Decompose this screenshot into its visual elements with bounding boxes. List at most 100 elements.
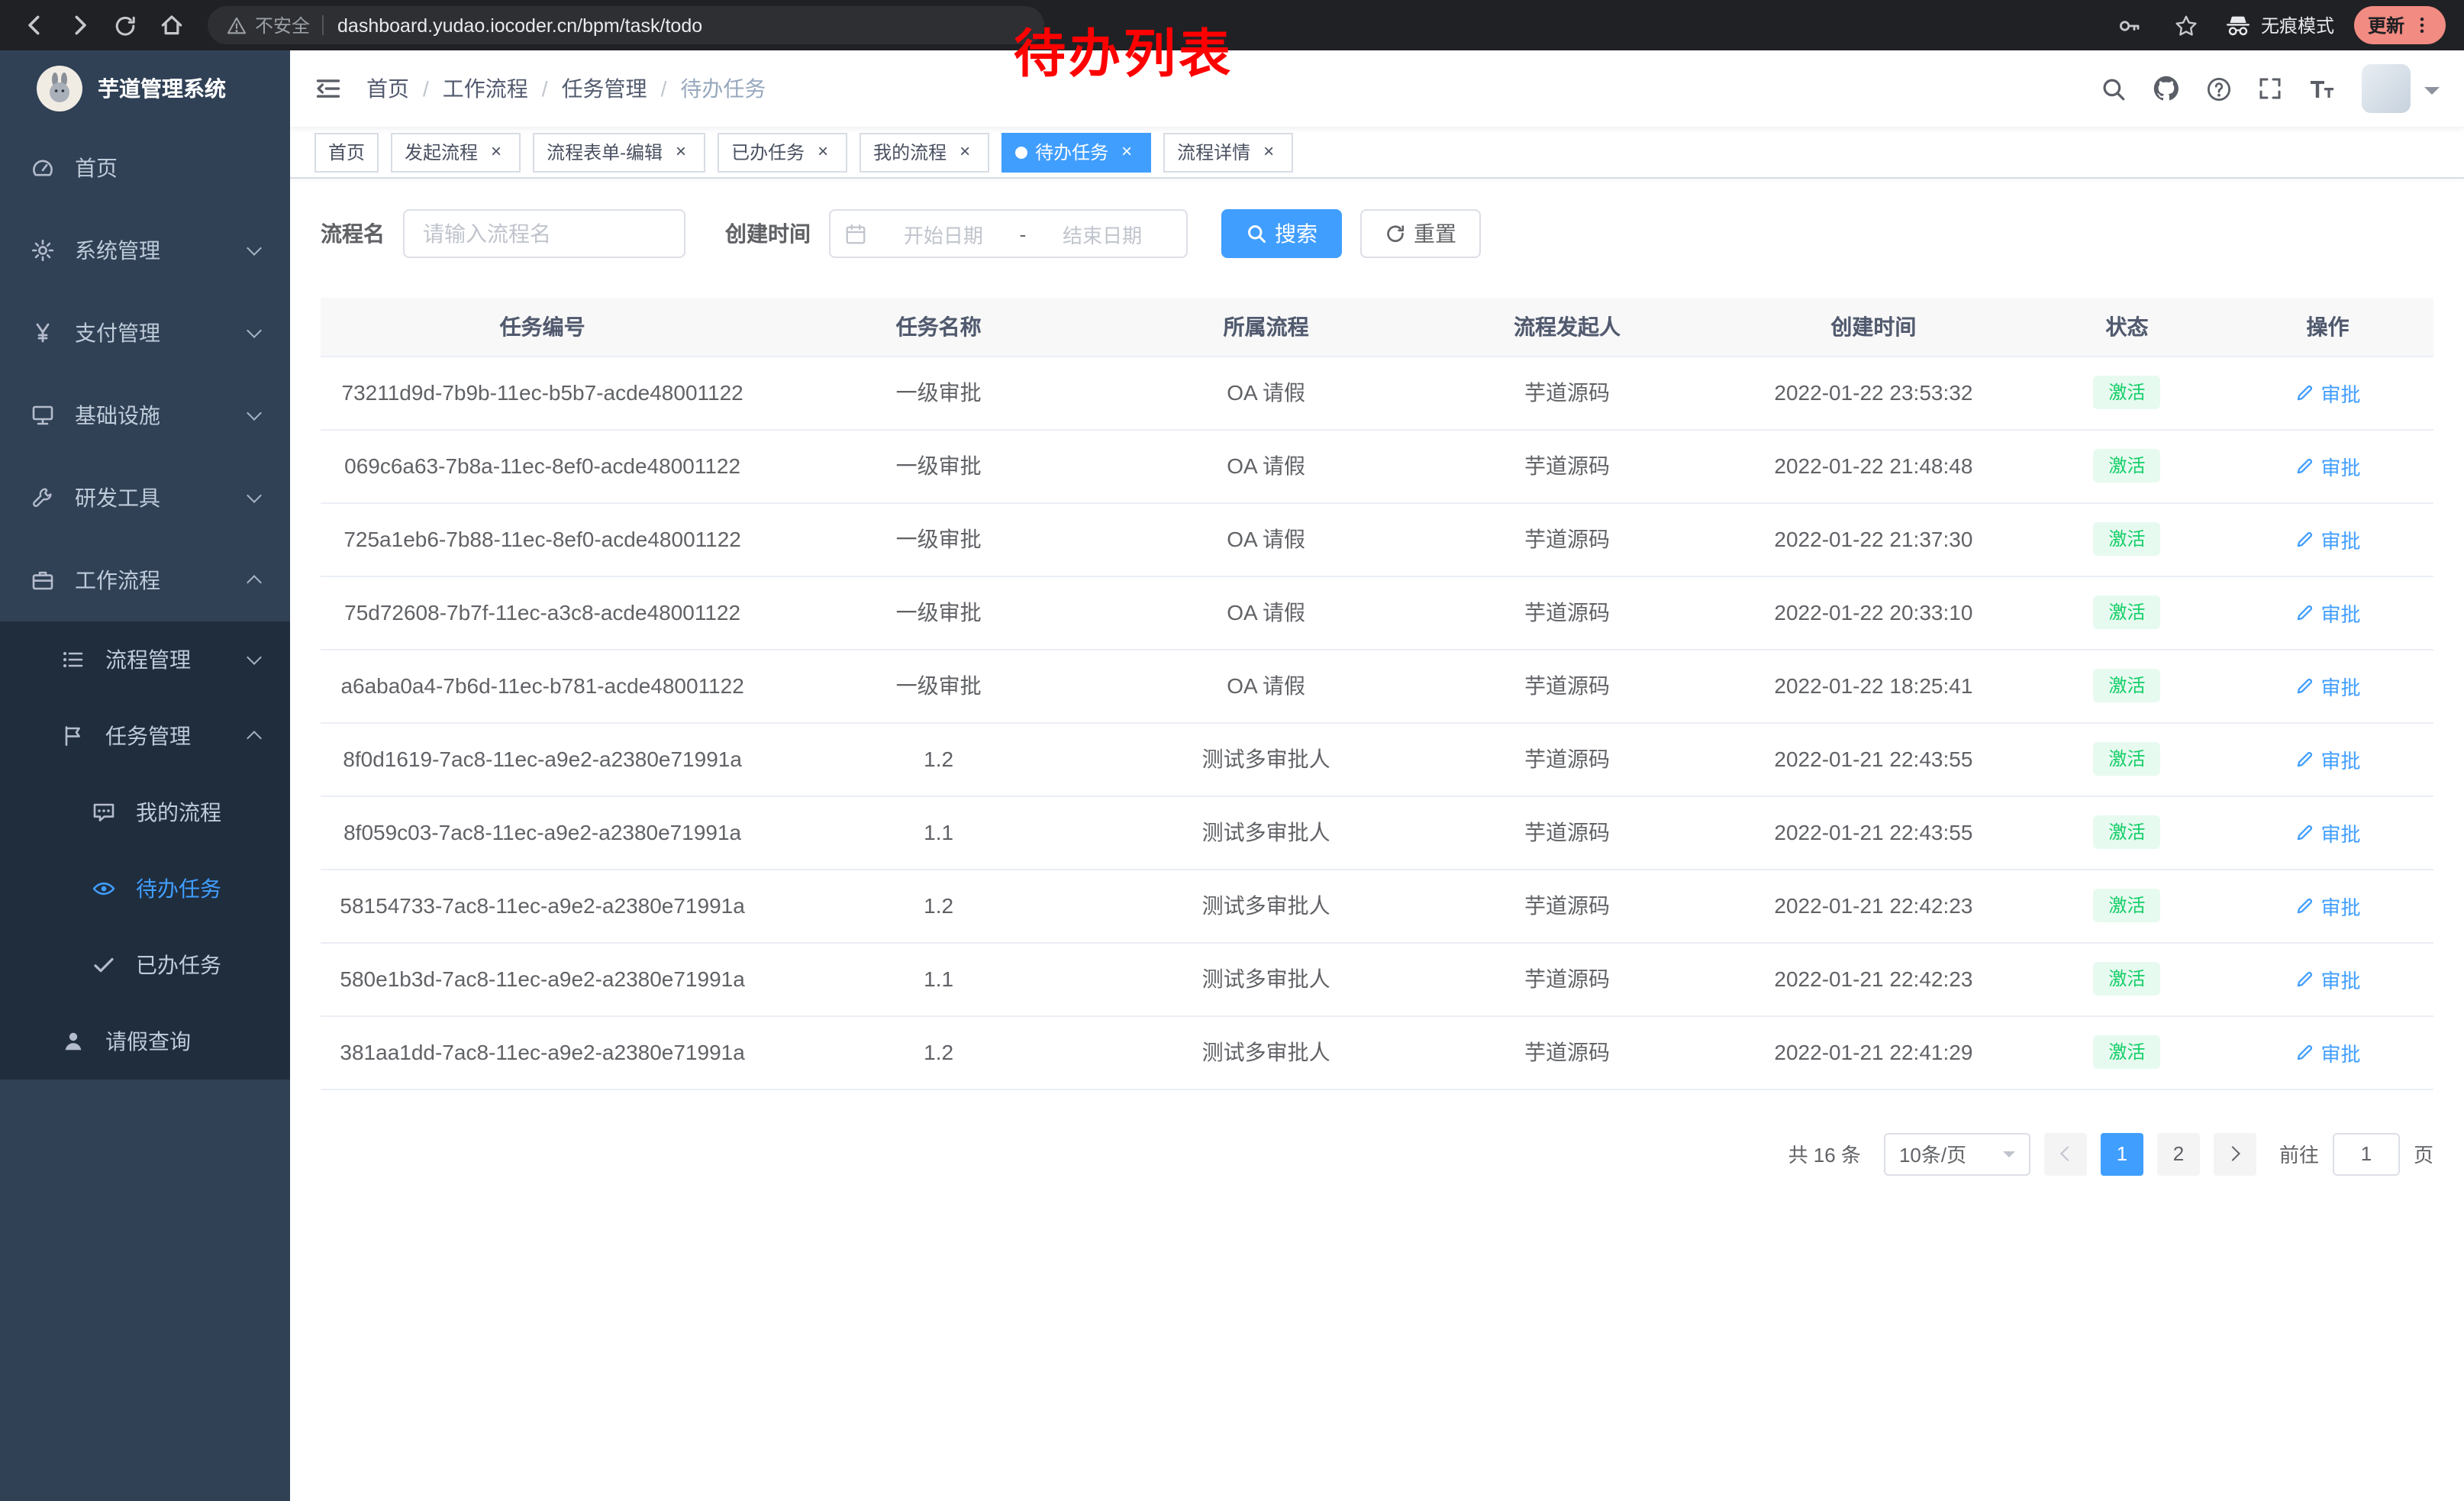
close-icon[interactable]: × [812,141,834,163]
close-icon[interactable]: × [1116,141,1137,163]
sidebar-item-payment[interactable]: 支付管理 [0,292,290,374]
tab-home[interactable]: 首页 [314,132,379,172]
breadcrumb-item-task-mgmt[interactable]: 任务管理 / [562,73,681,104]
chevron-left-icon [2060,1146,2075,1161]
font-size-icon[interactable] [2308,76,2336,101]
sidebar-item-done-task[interactable]: 已办任务 [0,927,290,1003]
key-icon[interactable] [2111,7,2148,44]
sidebar-item-task-mgmt[interactable]: 任务管理 [0,698,290,774]
column-header: 所属流程 [1113,298,1419,356]
sidebar: 芋道管理系统 首页 系统管理 支付管理 [0,50,290,1501]
tab-todo-task[interactable]: 待办任务 × [1001,132,1151,172]
page-button-2[interactable]: 2 [2157,1132,2200,1175]
approve-button[interactable]: 审批 [2295,671,2361,700]
user-icon [61,1029,85,1054]
column-header: 操作 [2222,298,2433,356]
sidebar-item-devtools[interactable]: 研发工具 [0,457,290,539]
prev-page-button[interactable] [2044,1132,2087,1175]
fullscreen-icon[interactable] [2258,76,2282,101]
close-icon[interactable]: × [670,141,692,163]
approve-button[interactable]: 审批 [2295,598,2361,627]
action-cell: 审批 [2222,942,2433,1015]
back-button[interactable] [15,7,52,44]
starter-cell: 芋道源码 [1419,1015,1715,1089]
breadcrumb-item-workflow[interactable]: 工作流程 / [443,73,562,104]
page-button-1[interactable]: 1 [2101,1132,2143,1175]
chevron-up-icon [247,731,262,746]
address-bar[interactable]: 不安全 dashboard.yudao.iocoder.cn/bpm/task/… [208,6,1044,44]
approve-button[interactable]: 审批 [2295,818,2361,847]
task-name-cell: 1.1 [764,942,1113,1015]
task-name-cell: 一级审批 [764,502,1113,576]
search-button[interactable]: 搜索 [1221,209,1342,258]
update-button[interactable]: 更新 [2354,6,2446,44]
sidebar-item-system[interactable]: 系统管理 [0,209,290,292]
task-id-cell: 069c6a63-7b8a-11ec-8ef0-acde48001122 [321,429,764,502]
column-header: 创建时间 [1715,298,2032,356]
approve-button[interactable]: 审批 [2295,1038,2361,1067]
refresh-button[interactable] [107,7,144,44]
goto-page-input[interactable]: 1 [2333,1132,2400,1175]
browser-window: 不安全 dashboard.yudao.iocoder.cn/bpm/task/… [0,0,2464,1501]
star-icon[interactable] [2168,7,2204,44]
sidebar-item-workflow[interactable]: 工作流程 [0,539,290,621]
forward-button[interactable] [61,7,98,44]
status-badge: 激活 [2094,596,2161,629]
table-row: 381aa1dd-7ac8-11ec-a9e2-a2380e71991a 1.2… [321,1015,2433,1089]
edit-icon [2295,456,2315,476]
kebab-menu-icon[interactable] [2412,15,2432,35]
edit-icon [2295,529,2315,549]
approve-button[interactable]: 审批 [2295,744,2361,773]
sidebar-item-todo-task[interactable]: 待办任务 [0,851,290,927]
tab-process-detail[interactable]: 流程详情 × [1163,132,1293,172]
create-time-cell: 2022-01-22 18:25:41 [1715,649,2032,722]
avatar[interactable] [2362,64,2411,113]
task-id-cell: 8f059c03-7ac8-11ec-a9e2-a2380e71991a [321,796,764,869]
tab-my-process[interactable]: 我的流程 × [859,132,989,172]
sidebar-item-process-mgmt[interactable]: 流程管理 [0,621,290,698]
approve-button[interactable]: 审批 [2295,378,2361,407]
close-icon[interactable]: × [485,141,507,163]
create-time-cell: 2022-01-21 22:41:29 [1715,1015,2032,1089]
help-icon[interactable] [2206,76,2232,102]
edit-icon [2295,1042,2315,1062]
starter-cell: 芋道源码 [1419,576,1715,649]
approve-button[interactable]: 审批 [2295,891,2361,920]
task-id-cell: 8f0d1619-7ac8-11ec-a9e2-a2380e71991a [321,722,764,796]
table-row: 725a1eb6-7b88-11ec-8ef0-acde48001122 一级审… [321,502,2433,576]
sidebar-item-leave-query[interactable]: 请假查询 [0,1003,290,1080]
starter-cell: 芋道源码 [1419,722,1715,796]
chevron-down-icon[interactable] [2424,87,2440,102]
tab-launch-process[interactable]: 发起流程 × [391,132,521,172]
date-range-picker[interactable]: 开始日期 - 结束日期 [829,209,1188,258]
approve-button[interactable]: 审批 [2295,964,2361,993]
reset-button[interactable]: 重置 [1360,209,1481,258]
status-badge: 激活 [2094,815,2161,849]
breadcrumb-item-todo[interactable]: 待办任务 [680,73,766,104]
home-button[interactable] [153,7,189,44]
sidebar-item-my-process[interactable]: 我的流程 [0,774,290,851]
status-badge: 激活 [2094,1035,2161,1069]
process-name-input[interactable]: 请输入流程名 [403,209,685,258]
hamburger-icon[interactable] [314,75,342,102]
sidebar-item-infra[interactable]: 基础设施 [0,374,290,457]
end-date-input[interactable]: 结束日期 [1032,219,1172,248]
next-page-button[interactable] [2214,1132,2256,1175]
tab-done-task[interactable]: 已办任务 × [718,132,847,172]
page-size-select[interactable]: 10条/页 [1884,1132,2030,1175]
breadcrumb-item-home[interactable]: 首页 / [366,73,443,104]
close-icon[interactable]: × [954,141,976,163]
process-cell: OA 请假 [1113,576,1419,649]
incognito-badge: 无痕模式 [2224,12,2334,38]
start-date-input[interactable]: 开始日期 [873,219,1014,248]
tab-form-edit[interactable]: 流程表单-编辑 × [533,132,705,172]
sidebar-item-home[interactable]: 首页 [0,127,290,209]
close-icon[interactable]: × [1258,141,1279,163]
approve-button[interactable]: 审批 [2295,451,2361,480]
task-id-cell: 73211d9d-7b9b-11ec-b5b7-acde48001122 [321,356,764,429]
github-icon[interactable] [2153,75,2180,102]
approve-button[interactable]: 审批 [2295,525,2361,554]
process-cell: 测试多审批人 [1113,796,1419,869]
search-icon[interactable] [2101,76,2127,102]
create-time-cell: 2022-01-21 22:42:23 [1715,942,2032,1015]
